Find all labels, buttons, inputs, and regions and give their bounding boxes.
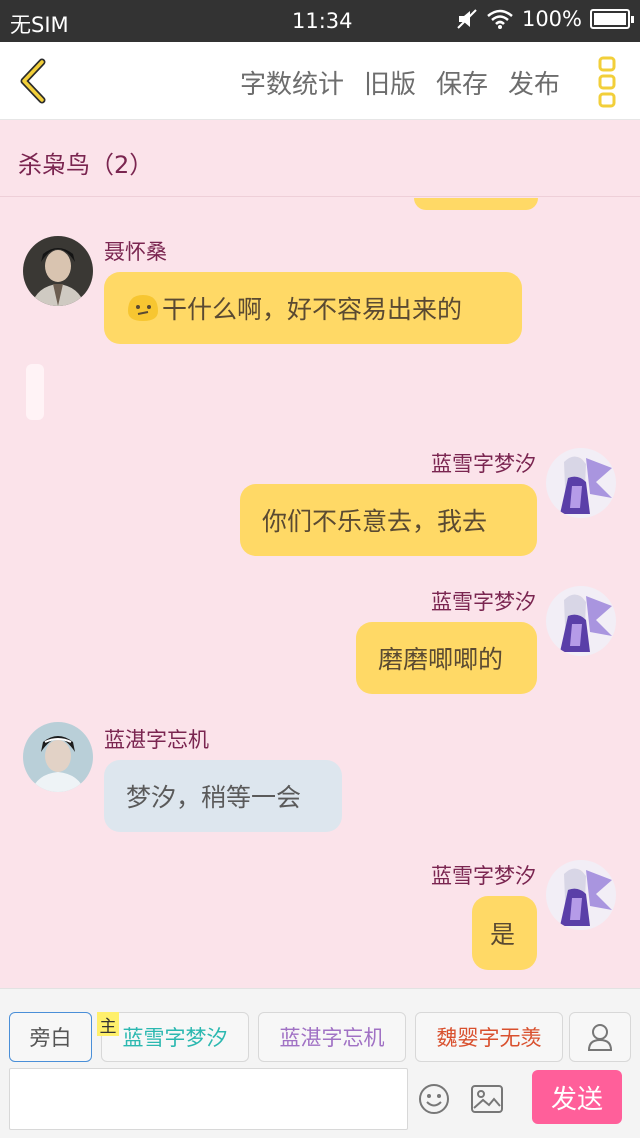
message-text: 是 (490, 920, 516, 949)
image-icon[interactable] (470, 1084, 504, 1114)
wifi-icon (487, 9, 513, 29)
message-bubble[interactable]: 磨磨唧唧的 (356, 622, 537, 694)
sender-name: 蓝雪字梦汐 (431, 864, 536, 888)
send-button[interactable]: 发送 (532, 1070, 622, 1124)
message-list[interactable]: 聂怀桑 干什么啊，好不容易出来的 蓝雪字梦汐 你们不乐意去，我去 蓝雪字梦汐 磨… (0, 198, 640, 988)
status-bar: 无SIM 11:34 100% (0, 0, 640, 42)
add-role-button[interactable] (569, 1012, 631, 1062)
message-text: 干什么啊，好不容易出来的 (162, 295, 463, 324)
emoji-icon[interactable] (417, 1082, 451, 1116)
role-label: 魏婴字无羡 (436, 1026, 542, 1050)
avatar[interactable] (546, 586, 616, 656)
person-icon (587, 1024, 613, 1051)
main-character-badge: 主 (97, 1012, 119, 1037)
role-button-lanzhan[interactable]: 蓝湛字忘机 (258, 1012, 406, 1062)
avatar[interactable] (23, 236, 93, 306)
message-text: 梦汐，稍等一会 (126, 783, 302, 812)
avatar[interactable] (546, 860, 616, 930)
avatar[interactable] (546, 448, 616, 518)
role-narrator-button[interactable]: 旁白 (9, 1012, 92, 1062)
role-label: 蓝湛字忘机 (279, 1026, 385, 1050)
chat-title-bar[interactable]: 杀枭鸟（2） (0, 121, 640, 197)
top-toolbar: 字数统计 旧版 保存 发布 (0, 42, 640, 120)
avatar[interactable] (23, 722, 93, 792)
role-label: 旁白 (29, 1026, 72, 1050)
scroll-handle[interactable] (26, 364, 44, 420)
sender-name: 聂怀桑 (104, 240, 167, 264)
role-button-lanxue[interactable]: 蓝雪字梦汐 (101, 1012, 249, 1062)
role-label: 蓝雪字梦汐 (122, 1026, 228, 1050)
back-chevron-icon[interactable] (14, 56, 54, 106)
battery-percent: 100% (521, 7, 582, 31)
battery-icon (590, 9, 634, 29)
old-version-button[interactable]: 旧版 (364, 64, 416, 101)
message-input[interactable] (9, 1068, 408, 1130)
sender-name: 蓝雪字梦汐 (431, 590, 536, 614)
sender-name: 蓝湛字忘机 (104, 728, 209, 752)
message-bubble-partial (414, 198, 538, 210)
more-menu-icon[interactable] (598, 56, 616, 108)
message-text: 磨磨唧唧的 (378, 645, 504, 674)
message-bubble[interactable]: 是 (472, 896, 537, 970)
word-count-button[interactable]: 字数统计 (240, 64, 344, 101)
message-bubble[interactable]: 干什么啊，好不容易出来的 (104, 272, 522, 344)
carrier-label: 无SIM (10, 13, 69, 37)
message-bubble[interactable]: 梦汐，稍等一会 (104, 760, 342, 832)
mute-icon (457, 9, 477, 29)
confused-face-icon (128, 295, 158, 321)
save-button[interactable]: 保存 (436, 64, 488, 101)
message-bubble[interactable]: 你们不乐意去，我去 (240, 484, 537, 556)
publish-button[interactable]: 发布 (508, 64, 560, 101)
role-button-weiying[interactable]: 魏婴字无羡 (415, 1012, 563, 1062)
chat-title: 杀枭鸟（2） (18, 151, 154, 179)
clock: 11:34 (292, 9, 353, 33)
sender-name: 蓝雪字梦汐 (431, 452, 536, 476)
message-text: 你们不乐意去，我去 (262, 507, 488, 536)
composer-panel: 旁白 蓝雪字梦汐 主 蓝湛字忘机 魏婴字无羡 发送 (0, 988, 640, 1138)
